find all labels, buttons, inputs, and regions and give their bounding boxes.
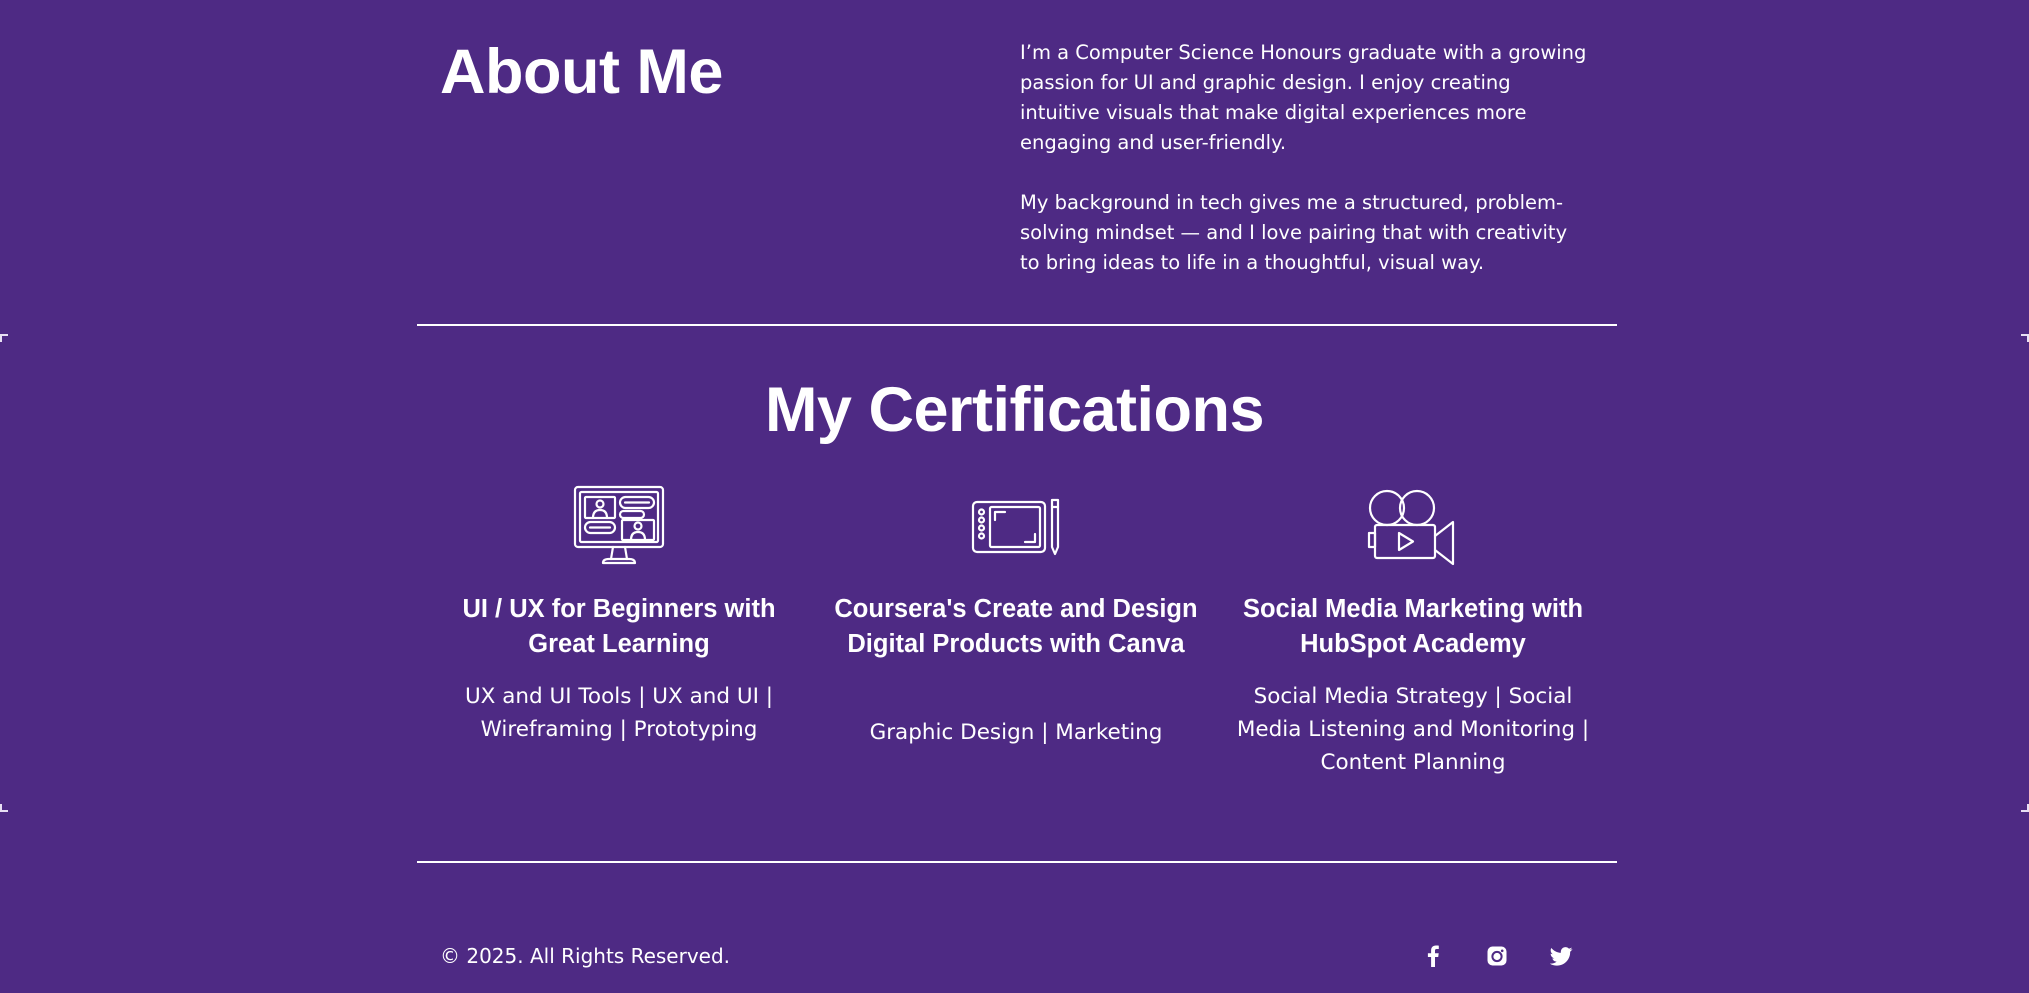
about-paragraph-2: My background in tech gives me a structu… — [1020, 191, 1568, 274]
about-paragraph-1: I’m a Computer Science Honours graduate … — [1020, 41, 1587, 154]
certification-skills: Social Media Strategy | Social Media Lis… — [1236, 684, 1590, 775]
facebook-icon[interactable] — [1420, 943, 1446, 969]
page: About Me I’m a Computer Science Honours … — [0, 0, 2029, 993]
footer-copyright: © 2025. All Rights Reserved. — [440, 944, 731, 968]
monitor-video-call-icon — [573, 485, 665, 565]
certification-skills: Graphic Design | Marketing — [869, 720, 1163, 745]
edge-mark-bottom-left — [0, 804, 8, 812]
section-divider-top — [417, 324, 1617, 326]
edge-mark-top-left — [0, 334, 8, 342]
edge-mark-top-right — [2021, 334, 2029, 342]
certifications-title: My Certifications — [764, 375, 1265, 445]
certification-title: Social Media Marketing with HubSpot Acad… — [1242, 595, 1584, 658]
certification-title: UI / UX for Beginners with Great Learnin… — [462, 595, 776, 658]
certification-title: Coursera's Create and Design Digital Pro… — [834, 595, 1198, 658]
about-description: I’m a Computer Science Honours graduate … — [1020, 38, 1590, 308]
twitter-icon[interactable] — [1548, 943, 1574, 969]
section-divider-bottom — [417, 861, 1617, 863]
certification-skills: UX and UI Tools | UX and UI | Wireframin… — [464, 684, 774, 742]
instagram-icon[interactable] — [1484, 943, 1510, 969]
certification-card: Coursera's Create and Design Digital Pro… — [831, 484, 1201, 745]
certification-card: Social Media Marketing with HubSpot Acad… — [1228, 484, 1598, 775]
edge-mark-bottom-right — [2021, 804, 2029, 812]
video-camera-icon — [1367, 489, 1455, 566]
about-title: About Me — [440, 37, 723, 107]
drawing-tablet-icon — [971, 498, 1060, 556]
certification-card: UI / UX for Beginners with Great Learnin… — [434, 484, 804, 742]
